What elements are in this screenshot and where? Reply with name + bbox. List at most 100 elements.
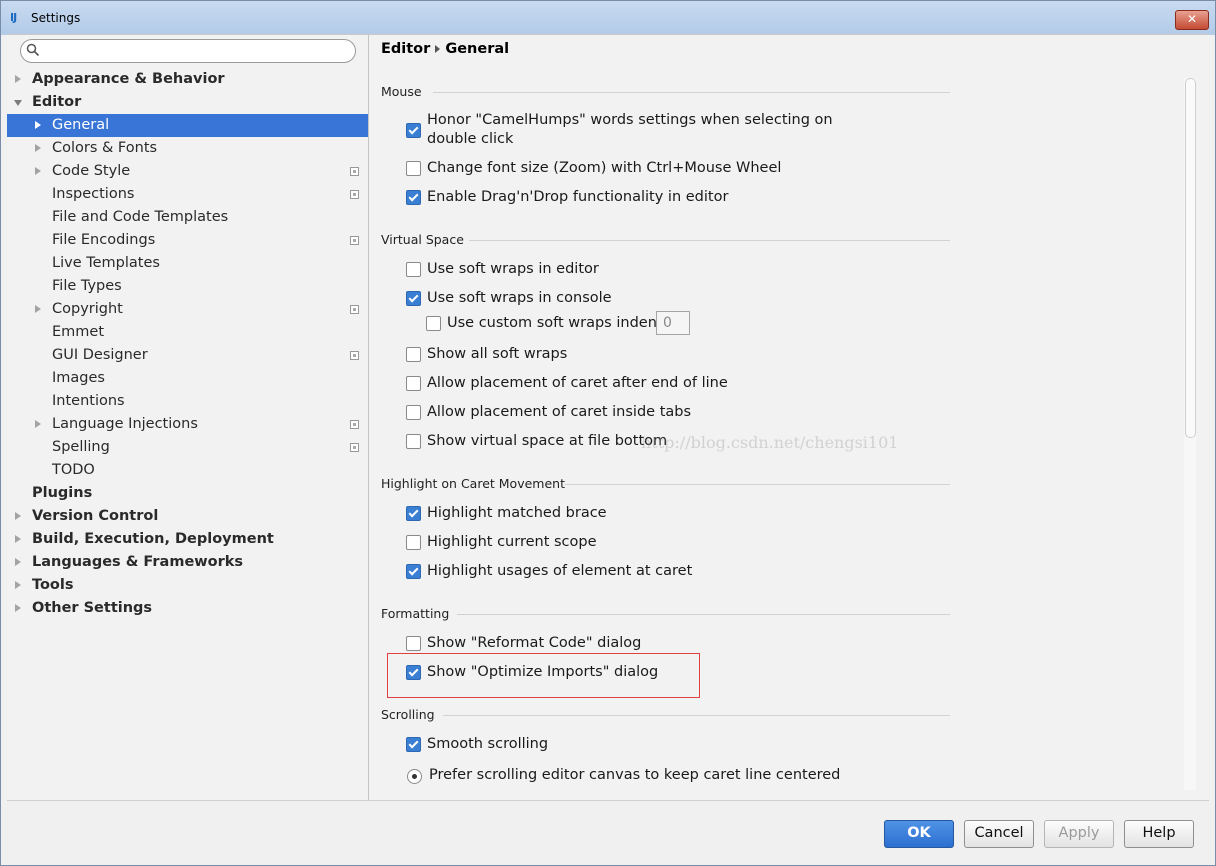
close-button[interactable]: ✕	[1175, 10, 1209, 30]
virtual-space-bottom-checkbox[interactable]	[406, 434, 421, 449]
caret-inside-tabs-label: Allow placement of caret inside tabs	[427, 404, 692, 420]
tree-item-other-settings[interactable]: Other Settings	[7, 597, 368, 620]
expand-arrow-icon[interactable]	[15, 535, 21, 543]
caret-after-eol-checkbox[interactable]	[406, 376, 421, 391]
custom-indent-checkbox[interactable]	[426, 316, 441, 331]
reformat-dialog-checkbox[interactable]	[406, 636, 421, 651]
tree-item-label: Plugins	[32, 485, 93, 501]
tree-item-code-style[interactable]: Code Style	[7, 160, 368, 183]
ok-button[interactable]: OK	[884, 820, 954, 848]
tree-item-label: General	[52, 117, 110, 133]
expand-arrow-icon[interactable]	[15, 75, 21, 83]
section-title-highlight-caret: Highlight on Caret Movement	[381, 476, 565, 491]
highlight-usages-label: Highlight usages of element at caret	[427, 563, 693, 579]
tree-item-file-types[interactable]: File Types	[7, 275, 368, 298]
tree-item-label: Editor	[32, 94, 82, 110]
settings-content: Appearance & Behavior Editor General Col…	[7, 34, 1209, 801]
title-bar: IJ Settings ✕	[1, 1, 1215, 35]
tree-item-label: Inspections	[52, 186, 135, 202]
expand-arrow-icon[interactable]	[35, 167, 41, 175]
tree-item-images[interactable]: Images	[7, 367, 368, 390]
breadcrumb: Editor General	[381, 41, 509, 57]
tree-item-copyright[interactable]: Copyright	[7, 298, 368, 321]
section-title-scrolling: Scrolling	[381, 707, 435, 722]
search-icon	[26, 43, 40, 57]
drag-drop-checkbox[interactable]	[406, 190, 421, 205]
cancel-button[interactable]: Cancel	[964, 820, 1034, 848]
expand-arrow-icon[interactable]	[15, 512, 21, 520]
tree-item-language-injections[interactable]: Language Injections	[7, 413, 368, 436]
section-divider	[443, 715, 950, 716]
project-level-icon	[350, 190, 359, 199]
show-all-soft-wraps-label: Show all soft wraps	[427, 346, 568, 362]
tree-item-appearance-behavior[interactable]: Appearance & Behavior	[7, 68, 368, 91]
drag-drop-label: Enable Drag'n'Drop functionality in edit…	[427, 189, 729, 205]
soft-wraps-editor-checkbox[interactable]	[406, 262, 421, 277]
zoom-font-checkbox[interactable]	[406, 161, 421, 176]
apply-button[interactable]: Apply	[1044, 820, 1114, 848]
project-level-icon	[350, 236, 359, 245]
collapse-arrow-icon[interactable]	[14, 100, 22, 106]
tree-item-gui-designer[interactable]: GUI Designer	[7, 344, 368, 367]
tree-item-label: Intentions	[52, 393, 125, 409]
expand-arrow-icon[interactable]	[35, 305, 41, 313]
project-level-icon	[350, 167, 359, 176]
tree-item-todo[interactable]: TODO	[7, 459, 368, 482]
tree-item-emmet[interactable]: Emmet	[7, 321, 368, 344]
expand-arrow-icon[interactable]	[15, 558, 21, 566]
highlight-scope-checkbox[interactable]	[406, 535, 421, 550]
tree-item-inspections[interactable]: Inspections	[7, 183, 368, 206]
tree-item-label: Other Settings	[32, 600, 153, 616]
tree-item-version-control[interactable]: Version Control	[7, 505, 368, 528]
expand-arrow-icon[interactable]	[15, 604, 21, 612]
project-level-icon	[350, 305, 359, 314]
tree-item-file-encodings[interactable]: File Encodings	[7, 229, 368, 252]
tree-item-colors-fonts[interactable]: Colors & Fonts	[7, 137, 368, 160]
tree-item-label: File Encodings	[52, 232, 156, 248]
breadcrumb-parent: Editor	[381, 41, 431, 57]
expand-arrow-icon[interactable]	[35, 144, 41, 152]
camelhumps-checkbox[interactable]	[406, 123, 421, 138]
tree-item-label: Language Injections	[52, 416, 198, 432]
tree-item-general[interactable]: General	[7, 114, 368, 137]
tree-item-live-templates[interactable]: Live Templates	[7, 252, 368, 275]
settings-search-input[interactable]	[20, 39, 356, 63]
tree-item-label: TODO	[52, 462, 95, 478]
section-divider	[565, 484, 950, 485]
dialog-footer: OK Cancel Apply Help	[7, 800, 1209, 861]
highlight-usages-checkbox[interactable]	[406, 564, 421, 579]
tree-item-label: Spelling	[52, 439, 110, 455]
window-title: Settings	[31, 11, 81, 25]
settings-tree-panel: Appearance & Behavior Editor General Col…	[7, 35, 369, 801]
scrollbar-thumb[interactable]	[1185, 78, 1196, 438]
custom-indent-input[interactable]: 0	[656, 311, 690, 335]
tree-item-label: Code Style	[52, 163, 131, 179]
project-level-icon	[350, 351, 359, 360]
tree-item-editor[interactable]: Editor	[7, 91, 368, 114]
tree-item-build-execution-deployment[interactable]: Build, Execution, Deployment	[7, 528, 368, 551]
tree-item-spelling[interactable]: Spelling	[7, 436, 368, 459]
section-divider	[433, 92, 950, 93]
smooth-scrolling-checkbox[interactable]	[406, 737, 421, 752]
tree-item-label: GUI Designer	[52, 347, 148, 363]
camelhumps-label-line1: Honor "CamelHumps" words settings when s…	[427, 112, 833, 128]
soft-wraps-console-checkbox[interactable]	[406, 291, 421, 306]
expand-arrow-icon[interactable]	[35, 121, 41, 129]
tree-item-label: Tools	[32, 577, 74, 593]
vertical-scrollbar[interactable]	[1184, 78, 1196, 790]
caret-centered-radio[interactable]	[407, 769, 422, 784]
caret-inside-tabs-checkbox[interactable]	[406, 405, 421, 420]
tree-item-plugins[interactable]: Plugins	[7, 482, 368, 505]
breadcrumb-current: General	[445, 41, 510, 57]
expand-arrow-icon[interactable]	[15, 581, 21, 589]
tree-item-intentions[interactable]: Intentions	[7, 390, 368, 413]
reformat-dialog-label: Show "Reformat Code" dialog	[427, 635, 642, 651]
tree-item-languages-frameworks[interactable]: Languages & Frameworks	[7, 551, 368, 574]
tree-item-label: Live Templates	[52, 255, 160, 271]
show-all-soft-wraps-checkbox[interactable]	[406, 347, 421, 362]
tree-item-file-code-templates[interactable]: File and Code Templates	[7, 206, 368, 229]
expand-arrow-icon[interactable]	[35, 420, 41, 428]
help-button[interactable]: Help	[1124, 820, 1194, 848]
highlight-brace-checkbox[interactable]	[406, 506, 421, 521]
tree-item-tools[interactable]: Tools	[7, 574, 368, 597]
